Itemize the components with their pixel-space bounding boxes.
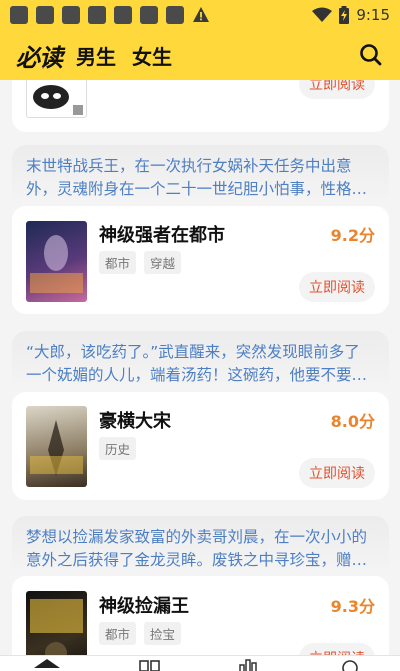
book-tag[interactable]: 捡宝 [144, 622, 182, 645]
profile-icon[interactable] [342, 660, 358, 671]
book-title[interactable]: 神级强者在都市 [99, 221, 225, 247]
book-score: 9.3分 [330, 597, 375, 616]
read-now-button[interactable]: 立即阅读 [299, 80, 375, 99]
book-feed[interactable]: 立即阅读 末世特战兵王，在一次执行女娲补天任务中出意 外，灵魂附身在一个二十一世… [0, 80, 400, 655]
bottom-nav [0, 655, 400, 671]
book-card: 神级捡漏王 9.3分 都市 捡宝 立即阅读 [12, 576, 389, 655]
notification-icon [140, 6, 158, 24]
wifi-icon [312, 7, 333, 22]
book-tag[interactable]: 都市 [99, 622, 137, 645]
cover-art-image [30, 599, 83, 655]
read-now-button[interactable]: 立即阅读 [299, 458, 375, 488]
quote-line: 意外之后获得了金龙灵眸。废铁之中寻珍宝，赠… [26, 551, 368, 569]
book-tag[interactable]: 历史 [99, 437, 137, 460]
notification-icon [36, 6, 54, 24]
quote-line: 末世特战兵王，在一次执行女娲补天任务中出意 [26, 157, 352, 175]
tab-female[interactable]: 女生 [132, 41, 172, 70]
app-logo: 必读 [16, 42, 63, 72]
quote-line: 外，灵魂附身在一个二十一世纪胆小怕事，性格… [26, 180, 368, 198]
book-card: 立即阅读 [12, 80, 389, 132]
book-score: 9.2分 [330, 226, 375, 245]
cover-art-image [30, 420, 83, 476]
notification-icon [10, 6, 28, 24]
read-now-button[interactable]: 立即阅读 [299, 643, 375, 655]
meme-face-image [33, 85, 83, 115]
notification-icon [62, 6, 80, 24]
notification-icon [114, 6, 132, 24]
book-tags: 都市 捡宝 [99, 622, 182, 645]
book-cover[interactable] [26, 221, 87, 302]
cover-art-image [30, 235, 83, 293]
bookshelf-icon[interactable] [139, 660, 160, 671]
app-bar: 必读 男生 女生 [0, 30, 400, 80]
quote-line: 梦想以捡漏发家致富的外卖哥刘晨，在一次小小的 [26, 528, 368, 546]
status-bar: 9:15 [0, 0, 400, 30]
book-title[interactable]: 神级捡漏王 [99, 592, 189, 618]
book-cover[interactable] [26, 80, 87, 118]
book-cover[interactable] [26, 406, 87, 487]
book-cover[interactable] [26, 591, 87, 655]
book-title[interactable]: 豪横大宋 [99, 407, 171, 433]
book-tag[interactable]: 都市 [99, 251, 137, 274]
read-now-button[interactable]: 立即阅读 [299, 272, 375, 302]
book-card: 神级强者在都市 9.2分 都市 穿越 立即阅读 [12, 206, 389, 314]
bottom-nav-icons [34, 659, 358, 671]
ranking-icon[interactable] [239, 659, 257, 671]
home-icon[interactable] [34, 659, 60, 668]
notification-icon [166, 6, 184, 24]
search-icon[interactable] [358, 42, 384, 68]
tab-male[interactable]: 男生 [76, 41, 116, 70]
book-score: 8.0分 [330, 412, 375, 431]
quote-line: “大郎，该吃药了。”武直醒来，突然发现眼前多了 [26, 343, 360, 361]
notification-icon [88, 6, 106, 24]
warning-icon [193, 7, 209, 22]
book-tags: 历史 [99, 437, 137, 460]
book-tag[interactable]: 穿越 [144, 251, 182, 274]
quote-line: 一个妩媚的人儿，端着汤药！这碗药，他要不要… [26, 366, 368, 384]
book-card: 豪横大宋 8.0分 历史 立即阅读 [12, 392, 389, 500]
battery-charging-icon [339, 6, 350, 24]
book-tags: 都市 穿越 [99, 251, 182, 274]
status-time: 9:15 [356, 6, 390, 24]
